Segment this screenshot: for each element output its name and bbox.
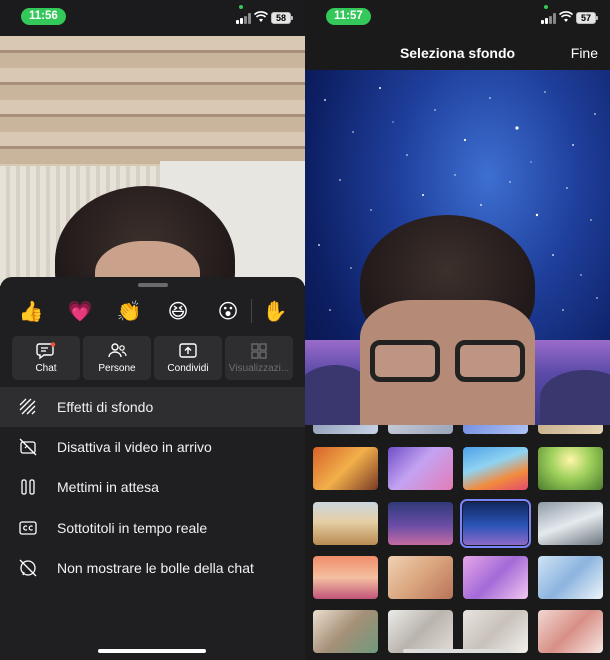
sheet-grabber[interactable]	[138, 283, 168, 287]
done-button[interactable]: Fine	[571, 36, 598, 70]
laughing-face-icon[interactable]: 😆	[163, 297, 193, 327]
background-thumbnails-grid	[305, 425, 610, 660]
view-button-label: Visualizzazi...	[228, 363, 290, 374]
view-button[interactable]: Visualizzazi...	[225, 336, 293, 380]
menu-item-live-captions[interactable]: Sottotitoli in tempo reale	[0, 508, 305, 548]
status-time: 11:57	[326, 8, 371, 25]
page-title: Seleziona sfondo	[399, 45, 516, 61]
menu-item-hold[interactable]: Mettimi in attesa	[0, 467, 305, 507]
background-effects-icon	[19, 398, 36, 415]
status-time: 11:56	[21, 8, 66, 25]
raised-hand-icon[interactable]: ✋	[260, 297, 290, 327]
menu-item-label: Disattiva il video in arrivo	[57, 439, 212, 455]
background-thumbnail[interactable]	[313, 425, 378, 434]
background-thumbnail[interactable]	[388, 447, 453, 490]
status-bar: 11:57 57	[305, 0, 610, 36]
background-thumbnail[interactable]	[388, 502, 453, 545]
menu-item-background-effects[interactable]: Effetti di sfondo	[0, 387, 305, 427]
background-thumbnail-starry-sky-selected[interactable]	[460, 499, 531, 548]
background-thumbnail[interactable]	[463, 447, 528, 490]
reactions-bar: 👍 💗 👏 😆 😮 ✋	[0, 297, 305, 327]
select-background-screen: 11:57 57 Seleziona sfondo Fine	[305, 0, 610, 660]
background-thumbnail[interactable]	[538, 556, 603, 599]
people-button[interactable]: Persone	[83, 336, 151, 380]
pause-icon	[21, 479, 35, 495]
menu-item-disable-incoming-video[interactable]: Disattiva il video in arrivo	[0, 427, 305, 467]
surprised-face-icon[interactable]: 😮	[213, 297, 243, 327]
background-thumbnail[interactable]	[313, 610, 378, 653]
home-indicator[interactable]	[98, 649, 206, 653]
screenshot-composite: 11:56 58 👍 💗 👏 😆 😮 ✋ Chat Persone Condiv…	[0, 0, 610, 660]
call-toolbar: Chat Persone Condividi Visualizzazi...	[12, 336, 293, 380]
background-thumbnail[interactable]	[388, 425, 453, 434]
reactions-divider	[251, 299, 252, 323]
share-button[interactable]: Condividi	[154, 336, 222, 380]
background-thumbnail[interactable]	[388, 610, 453, 653]
teams-call-screen: 11:56 58 👍 💗 👏 😆 😮 ✋ Chat Persone Condiv…	[0, 0, 305, 660]
home-indicator[interactable]	[403, 649, 511, 653]
share-icon	[179, 343, 197, 358]
wifi-icon	[254, 11, 268, 22]
people-button-label: Persone	[98, 363, 136, 374]
call-options-sheet: 👍 💗 👏 😆 😮 ✋ Chat Persone Condividi Visua…	[0, 277, 305, 660]
background-preview	[305, 70, 610, 425]
glasses-left-lens	[370, 340, 440, 382]
background-thumbnail[interactable]	[538, 610, 603, 653]
navigation-bar: Seleziona sfondo Fine	[305, 36, 610, 70]
share-button-label: Condividi	[167, 363, 209, 374]
captions-icon	[19, 521, 37, 535]
background-thumbnail[interactable]	[463, 610, 528, 653]
glasses-right-lens	[455, 340, 525, 382]
background-thumbnail[interactable]	[463, 556, 528, 599]
layout-grid-icon	[251, 343, 267, 359]
background-thumbnail[interactable]	[538, 502, 603, 545]
people-icon	[108, 343, 127, 358]
chat-button-label: Chat	[35, 363, 57, 374]
cellular-signal-icon	[541, 13, 556, 24]
chat-button[interactable]: Chat	[12, 336, 80, 380]
chat-icon	[36, 342, 56, 360]
menu-item-label: Sottotitoli in tempo reale	[57, 520, 208, 536]
menu-item-label: Mettimi in attesa	[57, 479, 159, 495]
battery-indicator: 58	[271, 12, 293, 24]
camera-video-feed	[0, 36, 305, 286]
status-bar: 11:56 58	[0, 0, 305, 36]
menu-item-hide-chat-bubbles[interactable]: Non mostrare le bolle della chat	[0, 548, 305, 588]
background-thumbnail[interactable]	[313, 556, 378, 599]
background-thumbnail[interactable]	[463, 425, 528, 434]
menu-item-label: Effetti di sfondo	[57, 399, 154, 415]
video-off-icon	[19, 438, 37, 456]
battery-indicator: 57	[576, 12, 598, 24]
privacy-indicator-dot	[544, 5, 548, 9]
cellular-signal-icon	[236, 13, 251, 24]
wifi-icon	[559, 11, 573, 22]
background-thumbnail[interactable]	[538, 447, 603, 490]
background-thumbnail[interactable]	[538, 425, 603, 434]
clapping-hands-icon[interactable]: 👏	[114, 297, 144, 327]
privacy-indicator-dot	[239, 5, 243, 9]
thumbs-up-icon[interactable]: 👍	[16, 297, 46, 327]
background-thumbnail[interactable]	[388, 556, 453, 599]
background-thumbnail[interactable]	[313, 502, 378, 545]
chat-bubbles-off-icon	[19, 559, 37, 577]
menu-item-label: Non mostrare le bolle della chat	[57, 560, 254, 576]
heart-icon[interactable]: 💗	[65, 297, 95, 327]
background-thumbnail[interactable]	[313, 447, 378, 490]
